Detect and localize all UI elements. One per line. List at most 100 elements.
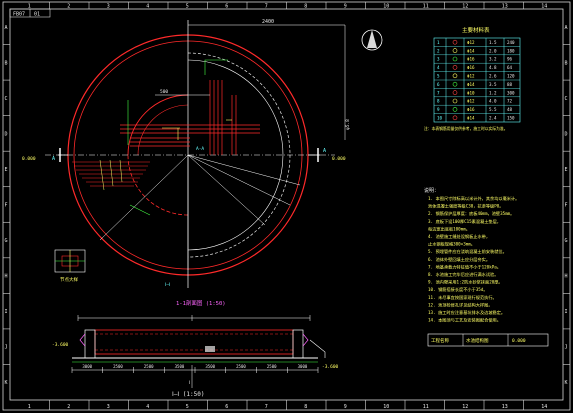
- section-center-mark: Ⅰ: [189, 380, 190, 386]
- notes-line: 10. 钢筋搭接长度不小于35d。: [428, 286, 488, 293]
- border-letter-left: A: [5, 25, 8, 31]
- border-number-bottom: 3: [107, 404, 110, 410]
- elev-right: 0.000: [332, 156, 346, 162]
- legend-cell-no: 10: [437, 115, 443, 120]
- notes-box-mid: 水池结构图: [466, 337, 489, 344]
- border-letter-left: E: [5, 167, 8, 173]
- border-number-bottom: 4: [146, 404, 149, 410]
- border-letter-right: B: [565, 60, 568, 66]
- border-letter-right: C: [565, 96, 568, 102]
- legend-cell-len: 2.6: [489, 73, 497, 78]
- border-letter-right: H: [565, 274, 568, 280]
- legend-cell-qty: 72: [507, 99, 513, 104]
- legend-cell-len: 3.2: [489, 57, 497, 62]
- border-number-bottom: 14: [541, 404, 547, 410]
- border-letter-right: K: [565, 380, 568, 386]
- border-number-bottom: 11: [423, 404, 429, 410]
- border-letter-left: F: [5, 203, 8, 209]
- border-letter-left: K: [5, 380, 8, 386]
- border-letter-left: D: [5, 131, 8, 137]
- border-number-bottom: 5: [186, 404, 189, 410]
- notes-line: 3. 底板下设100厚C15素混凝土垫层，: [428, 218, 501, 225]
- legend-cell-spec: Φ12: [467, 99, 475, 104]
- notes-line: 池体混凝土强度等级C30，抗渗等级P8。: [428, 203, 503, 210]
- legend-cell-spec: Φ10: [467, 90, 475, 95]
- border-number-top: 1: [28, 4, 31, 10]
- legend-cell-spec: Φ16: [467, 107, 475, 112]
- notes-line: 每边宽出底板100mm。: [428, 225, 470, 232]
- border-number-top: 3: [107, 4, 110, 10]
- section-dim-label: 2500: [113, 364, 123, 369]
- legend-cell-spec: Φ14: [467, 82, 475, 87]
- border-letter-right: G: [565, 238, 568, 244]
- border-number-top: 14: [541, 4, 547, 10]
- border-number-top: 9: [344, 4, 347, 10]
- legend-cell-qty: 88: [507, 82, 513, 87]
- border-number-bottom: 13: [502, 404, 508, 410]
- section-dim-label: 3000: [298, 364, 308, 369]
- notes-line: 止水钢板规格300×3mm。: [428, 241, 475, 248]
- notes-line: 8. 水池施工完毕后应进行满水试验。: [428, 271, 498, 278]
- border-number-top: 11: [423, 4, 429, 10]
- border-letter-right: I: [565, 309, 568, 315]
- border-number-top: 2: [67, 4, 70, 10]
- section-title-bottom: Ⅰ—Ⅰ (1:50): [172, 391, 204, 398]
- legend-cell-spec: Φ14: [467, 115, 475, 120]
- border-number-bottom: 6: [225, 404, 228, 410]
- notes-line: 11. 未尽事宜按国家现行规范执行。: [428, 294, 497, 301]
- section-pipe: [205, 346, 215, 352]
- legend-cell-qty: 120: [507, 73, 515, 78]
- legend-cell-qty: 64: [507, 65, 513, 70]
- border-letter-left: C: [5, 96, 8, 102]
- legend-cell-len: 5.5: [489, 107, 497, 112]
- notes-line: 6. 池体外壁回填土应分层夯实。: [428, 256, 490, 263]
- notes-heading: 说明：: [424, 187, 439, 194]
- border-number-bottom: 10: [383, 404, 389, 410]
- border-letter-right: A: [565, 25, 568, 31]
- border-number-bottom: 12: [462, 404, 468, 410]
- notes-line: 4. 池壁施工缝处设钢板止水带，: [428, 233, 490, 240]
- border-number-top: 8: [304, 4, 307, 10]
- border-number-bottom: 9: [344, 404, 347, 410]
- border-letter-right: D: [565, 131, 568, 137]
- notes-line: 13. 施工时应注意基坑排水及边坡稳定。: [428, 309, 505, 316]
- section-dim-label: 3500: [205, 364, 215, 369]
- border-number-top: 5: [186, 4, 189, 10]
- title-block-code: FB07: [13, 12, 25, 18]
- notes-line: 5. 预埋管件应在浇筑混凝土前安装就位。: [428, 248, 507, 255]
- legend-cell-len: 4.0: [489, 99, 497, 104]
- notes-line: 1. 本图尺寸除标高以米计外，其余均以毫米计。: [428, 195, 519, 202]
- legend-cell-qty: 240: [507, 40, 515, 45]
- border-number-bottom: 1: [28, 404, 31, 410]
- legend-cell-len: 2.4: [489, 115, 497, 120]
- legend-cell-len: 1.5: [489, 40, 497, 45]
- section-mark-left: A: [52, 156, 55, 162]
- border-number-bottom: 2: [67, 404, 70, 410]
- legend-cell-len: 1.2: [489, 90, 497, 95]
- notes-line: 14. 本图须与工艺及安装图配合使用。: [428, 317, 501, 324]
- legend-cell-qty: 180: [507, 48, 515, 53]
- border-number-bottom: 7: [265, 404, 268, 410]
- notes-box-left: 工程名称: [431, 337, 449, 344]
- border-number-top: 12: [462, 4, 468, 10]
- plan-small-label: A-A: [196, 146, 204, 152]
- border-letter-left: G: [5, 238, 8, 244]
- plan-note-bottom: Ⅰ—Ⅰ: [165, 282, 170, 288]
- section-dim-label: 2500: [236, 364, 246, 369]
- legend-cell-qty: 96: [507, 57, 513, 62]
- legend-cell-spec: Φ12: [467, 73, 475, 78]
- legend-cell-qty: 300: [507, 90, 515, 95]
- plan-dim-top: 2400: [262, 19, 274, 25]
- border-letter-left: B: [5, 60, 8, 66]
- border-number-top: 4: [146, 4, 149, 10]
- title-block-rev: 01: [34, 12, 40, 18]
- section-dim-label: 2500: [267, 364, 277, 369]
- legend-cell-spec: Φ16: [467, 57, 475, 62]
- section-dim-label: 3500: [175, 364, 185, 369]
- section-dim-label: 2500: [144, 364, 154, 369]
- border-letter-right: J: [565, 345, 568, 351]
- border-letter-right: E: [565, 167, 568, 173]
- legend-cell-len: 3.5: [489, 82, 497, 87]
- notes-line: 7. 地基承载力特征值不小于120kPa。: [428, 263, 501, 270]
- border-letter-right: F: [565, 203, 568, 209]
